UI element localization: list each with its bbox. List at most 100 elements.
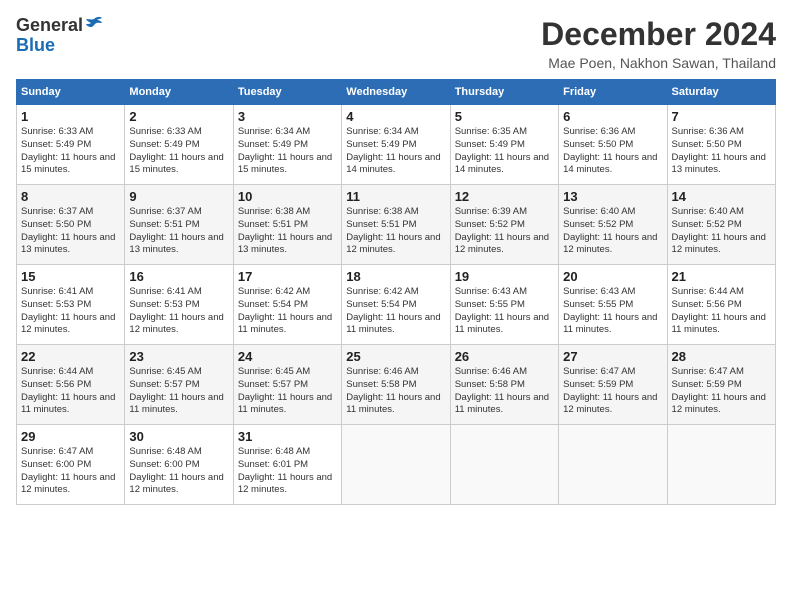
day-info: Sunrise: 6:47 AM Sunset: 6:00 PM Dayligh… xyxy=(21,446,120,497)
day-number: 4 xyxy=(346,109,445,124)
day-info: Sunrise: 6:36 AM Sunset: 5:50 PM Dayligh… xyxy=(672,126,771,177)
weekday-header-tuesday: Tuesday xyxy=(233,80,341,105)
weekday-header-monday: Monday xyxy=(125,80,233,105)
calendar-cell: 5 Sunrise: 6:35 AM Sunset: 5:49 PM Daylig… xyxy=(450,105,558,185)
calendar-cell: 11 Sunrise: 6:38 AM Sunset: 5:51 PM Dayli… xyxy=(342,185,450,265)
day-info: Sunrise: 6:45 AM Sunset: 5:57 PM Dayligh… xyxy=(238,366,337,417)
day-info: Sunrise: 6:43 AM Sunset: 5:55 PM Dayligh… xyxy=(563,286,662,337)
day-number: 23 xyxy=(129,349,228,364)
calendar-cell: 24 Sunrise: 6:45 AM Sunset: 5:57 PM Dayli… xyxy=(233,345,341,425)
day-info: Sunrise: 6:48 AM Sunset: 6:00 PM Dayligh… xyxy=(129,446,228,497)
calendar-cell: 31 Sunrise: 6:48 AM Sunset: 6:01 PM Dayli… xyxy=(233,425,341,505)
day-number: 10 xyxy=(238,189,337,204)
day-number: 20 xyxy=(563,269,662,284)
day-number: 31 xyxy=(238,429,337,444)
weekday-header-friday: Friday xyxy=(559,80,667,105)
day-info: Sunrise: 6:36 AM Sunset: 5:50 PM Dayligh… xyxy=(563,126,662,177)
calendar-cell: 25Sunrise: 6:46 AM Sunset: 5:58 PM Dayli… xyxy=(342,345,450,425)
day-info: Sunrise: 6:40 AM Sunset: 5:52 PM Dayligh… xyxy=(563,206,662,257)
calendar-cell: 3 Sunrise: 6:34 AM Sunset: 5:49 PM Daylig… xyxy=(233,105,341,185)
day-number: 21 xyxy=(672,269,771,284)
calendar-cell: 23 Sunrise: 6:45 AM Sunset: 5:57 PM Dayli… xyxy=(125,345,233,425)
day-info: Sunrise: 6:33 AM Sunset: 5:49 PM Dayligh… xyxy=(21,126,120,177)
weekday-header-wednesday: Wednesday xyxy=(342,80,450,105)
day-number: 8 xyxy=(21,189,120,204)
day-info: Sunrise: 6:33 AM Sunset: 5:49 PM Dayligh… xyxy=(129,126,228,177)
day-info: Sunrise: 6:34 AM Sunset: 5:49 PM Dayligh… xyxy=(346,126,445,177)
day-info: Sunrise: 6:45 AM Sunset: 5:57 PM Dayligh… xyxy=(129,366,228,417)
calendar-cell: 20 Sunrise: 6:43 AM Sunset: 5:55 PM Dayli… xyxy=(559,265,667,345)
calendar-cell: 26 Sunrise: 6:46 AM Sunset: 5:58 PM Dayli… xyxy=(450,345,558,425)
logo-bird-icon xyxy=(84,15,104,35)
calendar-cell: 2Sunrise: 6:33 AM Sunset: 5:49 PM Daylig… xyxy=(125,105,233,185)
calendar-cell: 12 Sunrise: 6:39 AM Sunset: 5:52 PM Dayli… xyxy=(450,185,558,265)
calendar-cell: 29Sunrise: 6:47 AM Sunset: 6:00 PM Dayli… xyxy=(17,425,125,505)
calendar-cell: 16 Sunrise: 6:41 AM Sunset: 5:53 PM Dayli… xyxy=(125,265,233,345)
day-info: Sunrise: 6:47 AM Sunset: 5:59 PM Dayligh… xyxy=(563,366,662,417)
day-info: Sunrise: 6:34 AM Sunset: 5:49 PM Dayligh… xyxy=(238,126,337,177)
day-info: Sunrise: 6:35 AM Sunset: 5:49 PM Dayligh… xyxy=(455,126,554,177)
day-number: 19 xyxy=(455,269,554,284)
calendar-cell xyxy=(450,425,558,505)
day-number: 22 xyxy=(21,349,120,364)
day-info: Sunrise: 6:41 AM Sunset: 5:53 PM Dayligh… xyxy=(129,286,228,337)
calendar-cell xyxy=(342,425,450,505)
day-number: 6 xyxy=(563,109,662,124)
month-title: December 2024 xyxy=(541,16,776,53)
calendar-cell: 4 Sunrise: 6:34 AM Sunset: 5:49 PM Daylig… xyxy=(342,105,450,185)
day-info: Sunrise: 6:44 AM Sunset: 5:56 PM Dayligh… xyxy=(21,366,120,417)
day-number: 9 xyxy=(129,189,228,204)
day-number: 17 xyxy=(238,269,337,284)
calendar-table: SundayMondayTuesdayWednesdayThursdayFrid… xyxy=(16,79,776,505)
day-number: 26 xyxy=(455,349,554,364)
weekday-header-saturday: Saturday xyxy=(667,80,775,105)
day-number: 12 xyxy=(455,189,554,204)
day-info: Sunrise: 6:38 AM Sunset: 5:51 PM Dayligh… xyxy=(238,206,337,257)
day-number: 30 xyxy=(129,429,228,444)
calendar-cell: 7 Sunrise: 6:36 AM Sunset: 5:50 PM Daylig… xyxy=(667,105,775,185)
day-number: 25 xyxy=(346,349,445,364)
day-info: Sunrise: 6:40 AM Sunset: 5:52 PM Dayligh… xyxy=(672,206,771,257)
day-number: 11 xyxy=(346,189,445,204)
day-number: 7 xyxy=(672,109,771,124)
calendar-cell: 13 Sunrise: 6:40 AM Sunset: 5:52 PM Dayli… xyxy=(559,185,667,265)
day-info: Sunrise: 6:37 AM Sunset: 5:50 PM Dayligh… xyxy=(21,206,120,257)
day-info: Sunrise: 6:41 AM Sunset: 5:53 PM Dayligh… xyxy=(21,286,120,337)
day-number: 28 xyxy=(672,349,771,364)
weekday-header-thursday: Thursday xyxy=(450,80,558,105)
calendar-cell: 10 Sunrise: 6:38 AM Sunset: 5:51 PM Dayli… xyxy=(233,185,341,265)
day-info: Sunrise: 6:44 AM Sunset: 5:56 PM Dayligh… xyxy=(672,286,771,337)
day-info: Sunrise: 6:46 AM Sunset: 5:58 PM Dayligh… xyxy=(455,366,554,417)
day-number: 3 xyxy=(238,109,337,124)
calendar-cell: 8 Sunrise: 6:37 AM Sunset: 5:50 PM Daylig… xyxy=(17,185,125,265)
calendar-cell: 19 Sunrise: 6:43 AM Sunset: 5:55 PM Dayli… xyxy=(450,265,558,345)
title-section: December 2024 Mae Poen, Nakhon Sawan, Th… xyxy=(541,16,776,71)
day-number: 1 xyxy=(21,109,120,124)
weekday-header-sunday: Sunday xyxy=(17,80,125,105)
calendar-cell: 28Sunrise: 6:47 AM Sunset: 5:59 PM Dayli… xyxy=(667,345,775,425)
day-info: Sunrise: 6:38 AM Sunset: 5:51 PM Dayligh… xyxy=(346,206,445,257)
calendar-cell: 9 Sunrise: 6:37 AM Sunset: 5:51 PM Daylig… xyxy=(125,185,233,265)
day-number: 16 xyxy=(129,269,228,284)
location-text: Mae Poen, Nakhon Sawan, Thailand xyxy=(541,55,776,71)
day-number: 13 xyxy=(563,189,662,204)
day-number: 5 xyxy=(455,109,554,124)
day-number: 27 xyxy=(563,349,662,364)
day-number: 24 xyxy=(238,349,337,364)
day-info: Sunrise: 6:43 AM Sunset: 5:55 PM Dayligh… xyxy=(455,286,554,337)
calendar-cell: 22 Sunrise: 6:44 AM Sunset: 5:56 PM Dayli… xyxy=(17,345,125,425)
day-info: Sunrise: 6:48 AM Sunset: 6:01 PM Dayligh… xyxy=(238,446,337,497)
day-info: Sunrise: 6:42 AM Sunset: 5:54 PM Dayligh… xyxy=(346,286,445,337)
day-info: Sunrise: 6:39 AM Sunset: 5:52 PM Dayligh… xyxy=(455,206,554,257)
calendar-cell: 18 Sunrise: 6:42 AM Sunset: 5:54 PM Dayli… xyxy=(342,265,450,345)
day-info: Sunrise: 6:37 AM Sunset: 5:51 PM Dayligh… xyxy=(129,206,228,257)
page-header: General Blue December 2024 Mae Poen, Nak… xyxy=(16,16,776,71)
calendar-cell xyxy=(667,425,775,505)
calendar-cell xyxy=(559,425,667,505)
day-number: 18 xyxy=(346,269,445,284)
calendar-cell: 15 Sunrise: 6:41 AM Sunset: 5:53 PM Dayli… xyxy=(17,265,125,345)
calendar-cell: 6 Sunrise: 6:36 AM Sunset: 5:50 PM Daylig… xyxy=(559,105,667,185)
logo: General Blue xyxy=(16,16,104,56)
day-number: 15 xyxy=(21,269,120,284)
calendar-cell: 14Sunrise: 6:40 AM Sunset: 5:52 PM Dayli… xyxy=(667,185,775,265)
